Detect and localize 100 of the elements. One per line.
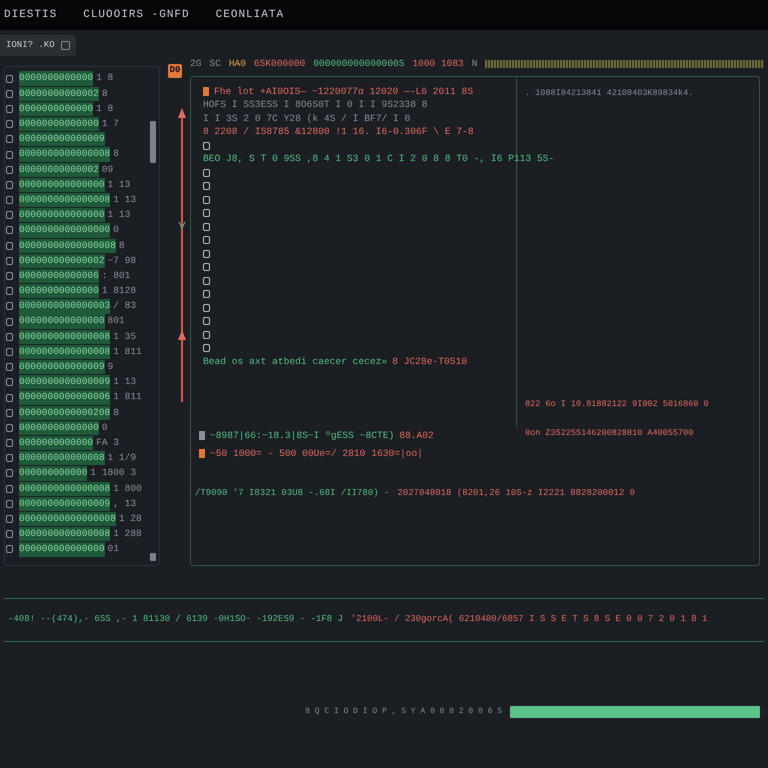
item-detail: 9 [108, 360, 114, 374]
item-detail: 1 800 [113, 482, 142, 496]
item-detail: 1 13 [108, 178, 130, 192]
checkbox-icon [203, 182, 210, 190]
output-text: 0on Z352255146200828810 A40055700 [525, 426, 694, 440]
list-item[interactable]: 0000000000000008 [19, 330, 110, 344]
list-item[interactable]: 0000000000000000 [19, 223, 110, 238]
list-item[interactable]: 0000000000000 [19, 436, 94, 450]
item-detail: ~7 98 [108, 254, 136, 268]
item-detail: 1 13 [113, 375, 136, 390]
item-detail: 1 8128 [102, 284, 136, 298]
item-detail: 1 811 [113, 390, 142, 404]
list-item[interactable]: 0000000000000008 [19, 482, 110, 496]
header-text: SC [209, 56, 221, 71]
log-text: -408! --(474),- 6SS ,- 1 81130 / 6139 -0H1SO- -192ES9 - -1F8 J [8, 613, 343, 626]
checkbox-icon [203, 317, 210, 326]
list-item[interactable]: 00000000000000008 [19, 238, 116, 253]
output-text: 822 6o I 10.81882122 9I002 5016860 0 [525, 398, 710, 411]
scroll-handle[interactable] [150, 553, 156, 561]
list-item[interactable]: 000000000000002 [19, 254, 105, 268]
list-item[interactable]: 0000000000000003 [19, 299, 110, 314]
checkbox-icon [203, 344, 210, 352]
log-text: ~8987|66:~18.3|8S~I ºgESS ~8CTE) [210, 429, 394, 443]
list-item[interactable]: 00000000000000 [19, 420, 99, 436]
item-detail: 1 288 [113, 527, 142, 542]
item-detail: 1 28 [118, 512, 142, 526]
checkbox-icon [203, 222, 210, 231]
list-item[interactable]: 000000000000000 [19, 178, 105, 192]
checkbox-icon [203, 236, 210, 244]
list-item[interactable]: 0000000000000009 [19, 375, 110, 390]
item-detail: 09 [102, 162, 114, 177]
list-item[interactable]: 0000000000000008 [19, 147, 110, 162]
checkbox-icon [203, 330, 210, 339]
list-item[interactable]: 0000000000000208 [19, 406, 110, 420]
item-detail: : 801 [102, 268, 130, 283]
close-icon[interactable] [60, 40, 70, 50]
header-text: 2G [190, 56, 202, 71]
list-item[interactable]: 0000000000000006 [19, 390, 110, 405]
item-detail: 1 35 [113, 330, 136, 344]
scroll-thumb[interactable] [150, 121, 156, 163]
item-detail: 1 8 [96, 71, 114, 86]
item-detail: 801 [108, 314, 125, 328]
list-item[interactable]: 000000000000000 [19, 542, 105, 557]
list-item[interactable]: 00000000000002 [19, 86, 99, 101]
list-item[interactable]: 000000000000009 [19, 132, 105, 146]
checkbox-icon [203, 142, 210, 150]
item-detail: 1 1/9 [108, 451, 136, 466]
log-text: 2027048018 (8201,26 10S-z I2221 8828200012 0 [397, 486, 636, 500]
line-badge: D0 [168, 64, 182, 78]
list-item[interactable]: 0000000000000008 [19, 527, 110, 542]
checkbox-icon [203, 196, 210, 204]
log-text: '2100L- / 230gorcA( 6210400/6857 I S S E T S 8 S E 0 0 7 2 0 1 8 1 [350, 613, 708, 626]
checkbox-icon [203, 276, 210, 285]
menu-item[interactable]: DIESTIS [4, 6, 58, 24]
log-text: I I 3S 2 0 7C Y28 (k 4S / I BF7/ I 0 [203, 112, 410, 126]
item-detail: FA 3 [96, 436, 119, 450]
header-text: 1000 1083 [412, 56, 464, 71]
checkbox-icon [203, 263, 210, 272]
list-item[interactable]: 0000000000000008 [19, 344, 110, 360]
list-item[interactable]: 0000000000000008 [19, 192, 110, 208]
list-item[interactable]: 000000000000008 [19, 451, 105, 466]
list-item[interactable]: 00000000000000008 [19, 512, 116, 526]
item-detail: 1 8 [96, 102, 114, 116]
item-detail: 8 [118, 238, 125, 253]
checkbox-icon [203, 250, 210, 258]
status-text: 8 Q C I O D I O P , S Y A 0 8 0 2 0 0 6 S [305, 706, 502, 718]
item-detail: / 83 [113, 299, 136, 314]
list-item[interactable]: 000000000000000 [19, 314, 105, 329]
menu-item[interactable]: CEONLIATA [216, 6, 284, 24]
log-text: 88.A02 [399, 429, 434, 443]
list-item[interactable]: 000000000000009 [19, 360, 105, 374]
list-item[interactable]: 00000000000000 [19, 117, 99, 132]
editor-tab[interactable]: IONI? .KO [0, 34, 76, 56]
header-text: 000000000000000S [313, 56, 404, 71]
list-item[interactable]: 000000000000 [19, 466, 88, 481]
checkbox-icon [203, 304, 210, 312]
list-item[interactable]: 0000000000000 [19, 102, 94, 116]
item-detail: 0 [113, 223, 119, 238]
list-item[interactable]: 00000000000002 [19, 162, 99, 177]
item-detail: 1 811 [113, 344, 142, 359]
list-item[interactable]: 0000000000000009 [19, 496, 110, 511]
log-text: ~50 1000= - 500 00Ue=/ 2810 1630=|oo| [210, 447, 424, 461]
checkbox-icon [203, 168, 210, 177]
item-detail: 1 1800 3 [90, 466, 136, 480]
checkbox-icon [203, 209, 210, 218]
item-detail: 8 [102, 86, 108, 101]
item-detail: 1 7 [102, 117, 119, 132]
output-text: . 1088I84213841 42108403K89834k4. [525, 86, 694, 100]
list-item[interactable]: 0000000000000 [19, 71, 94, 86]
log-text: /T9090 '7 I8321 03U8 -.68I /II780) - [195, 486, 390, 500]
item-detail: 0 [102, 420, 108, 435]
header-text: HA0 [228, 56, 246, 71]
item-detail: 8 [113, 406, 119, 420]
list-item[interactable]: 00000000000006 [19, 268, 99, 284]
list-item[interactable]: 000000000000000 [19, 208, 105, 222]
item-detail: 1 13 [113, 192, 136, 207]
menu-item[interactable]: CLUOOIRS -GNFD [83, 6, 190, 24]
item-detail: 8 [113, 147, 119, 162]
log-text: BEO J8, S T 0 9SS ,8 4 1 S3 0 1 C I 2 0 8 8 T0 -, I6 P113 5S- [203, 152, 554, 166]
list-item[interactable]: 00000000000000 [19, 284, 99, 298]
